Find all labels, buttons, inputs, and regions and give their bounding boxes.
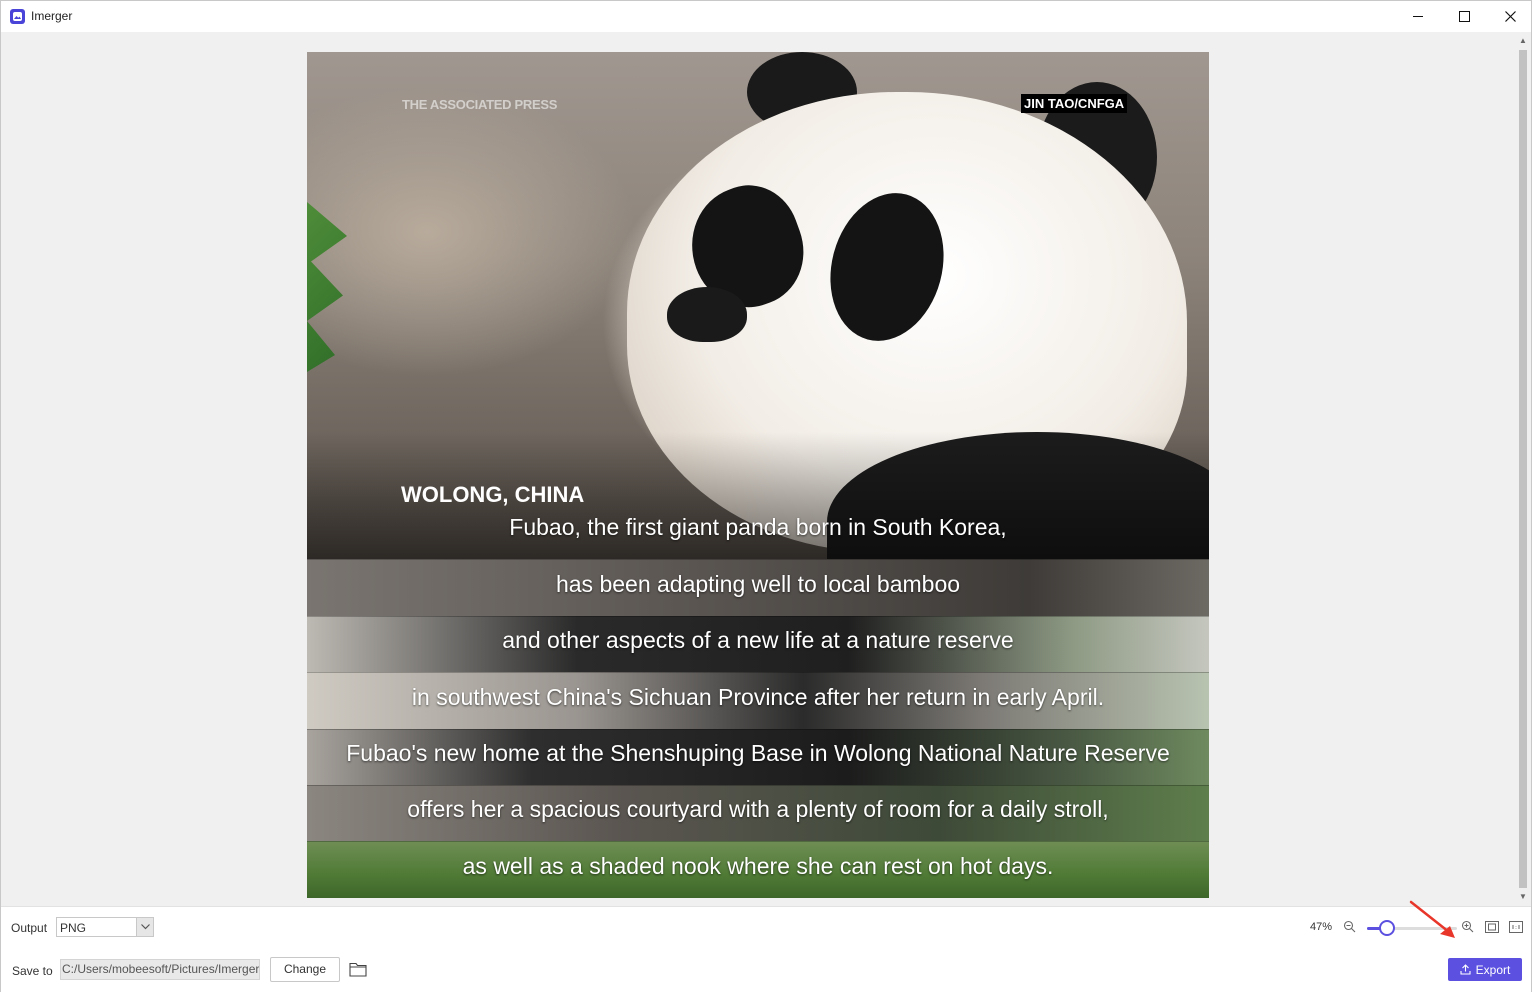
app-icon — [10, 9, 25, 24]
export-label: Export — [1475, 962, 1511, 977]
zoom-in-icon[interactable] — [1461, 920, 1474, 933]
subtitle-line: as well as a shaded nook where she can r… — [462, 853, 1054, 879]
zoom-slider-thumb[interactable] — [1379, 920, 1395, 936]
subtitle-line: in southwest China's Sichuan Province af… — [411, 684, 1105, 710]
panda-photo-frame: THE ASSOCIATED PRESS JIN TAO/CNFGA WOLON… — [307, 52, 1209, 612]
app-window: Imerger ▲ ▼ THE ASSOCIATED PRESS JIN TAO… — [0, 0, 1532, 992]
maximize-button[interactable] — [1441, 1, 1487, 32]
save-path-field[interactable]: C:/Users/mobeesoft/Pictures/Imerger — [60, 959, 260, 980]
save-to-label: Save to — [12, 964, 53, 978]
watermark-ap: THE ASSOCIATED PRESS — [402, 97, 558, 112]
title-bar: Imerger — [1, 1, 1531, 32]
minimize-button[interactable] — [1395, 1, 1441, 32]
export-button[interactable]: Export — [1448, 958, 1522, 981]
scroll-thumb[interactable] — [1519, 50, 1527, 888]
minimize-icon — [1413, 16, 1423, 17]
actual-size-icon[interactable] — [1509, 921, 1523, 933]
annotation-arrow-icon — [1409, 900, 1455, 938]
output-label: Output — [11, 921, 48, 935]
subtitle-line: and other aspects of a new life at a nat… — [502, 627, 1014, 653]
change-button[interactable]: Change — [270, 957, 340, 982]
scroll-up-icon[interactable]: ▲ — [1518, 36, 1528, 46]
output-format-select[interactable]: PNG — [56, 917, 154, 937]
close-icon — [1504, 11, 1516, 22]
location-caption: WOLONG, CHINA — [401, 482, 585, 507]
fit-screen-icon[interactable] — [1485, 921, 1499, 933]
subtitle-line: offers her a spacious courtyard with a p… — [407, 796, 1109, 822]
zoom-level: 47% — [1310, 921, 1333, 933]
bottom-panel: Output PNG Save to C:/Users/mobeesoft/Pi… — [1, 906, 1531, 992]
vertical-scrollbar[interactable]: ▲ ▼ — [1515, 32, 1531, 906]
subtitle-line: Fubao, the first giant panda born in Sou… — [509, 514, 1007, 540]
subtitle-line: Fubao's new home at the Shenshuping Base… — [346, 740, 1170, 766]
merged-image-preview: THE ASSOCIATED PRESS JIN TAO/CNFGA WOLON… — [307, 52, 1209, 898]
window-title: Imerger — [31, 9, 73, 23]
zoom-out-icon[interactable] — [1343, 920, 1356, 933]
close-button[interactable] — [1487, 1, 1532, 32]
scroll-down-icon[interactable]: ▼ — [1518, 892, 1528, 902]
subtitle-line: has been adapting well to local bamboo — [555, 571, 961, 597]
maximize-icon — [1458, 11, 1470, 22]
folder-icon[interactable] — [349, 961, 367, 977]
upload-icon — [1460, 964, 1471, 975]
output-format-value: PNG — [60, 921, 87, 935]
chevron-down-icon[interactable] — [136, 918, 153, 936]
watermark-credit: JIN TAO/CNFGA — [1021, 94, 1128, 113]
